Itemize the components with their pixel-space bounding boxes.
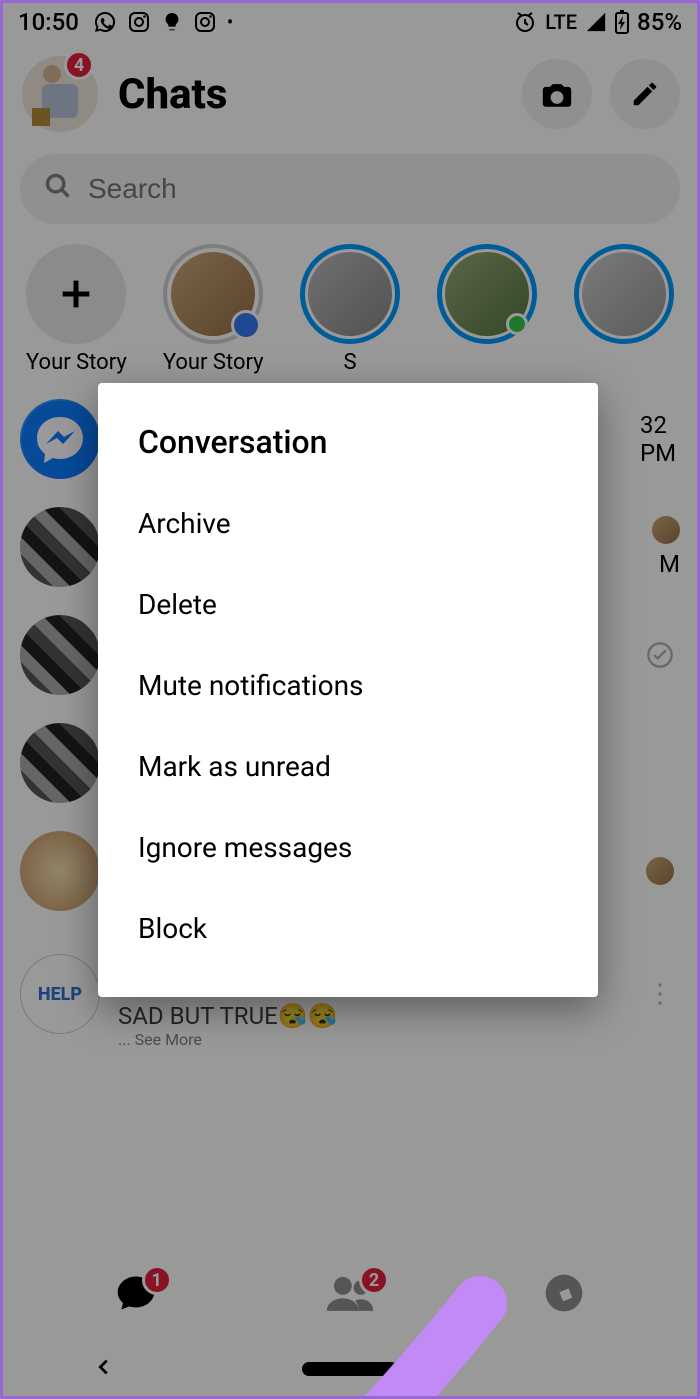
dialog-title: Conversation bbox=[98, 423, 598, 483]
option-delete[interactable]: Delete bbox=[98, 564, 598, 645]
option-block[interactable]: Block bbox=[98, 888, 598, 969]
option-ignore[interactable]: Ignore messages bbox=[98, 807, 598, 888]
conversation-dialog: Conversation Archive Delete Mute notific… bbox=[98, 383, 598, 997]
option-mark-unread[interactable]: Mark as unread bbox=[98, 726, 598, 807]
option-archive[interactable]: Archive bbox=[98, 483, 598, 564]
option-mute[interactable]: Mute notifications bbox=[98, 645, 598, 726]
app-screen: 10:50 • LTE 85% bbox=[0, 0, 700, 1399]
